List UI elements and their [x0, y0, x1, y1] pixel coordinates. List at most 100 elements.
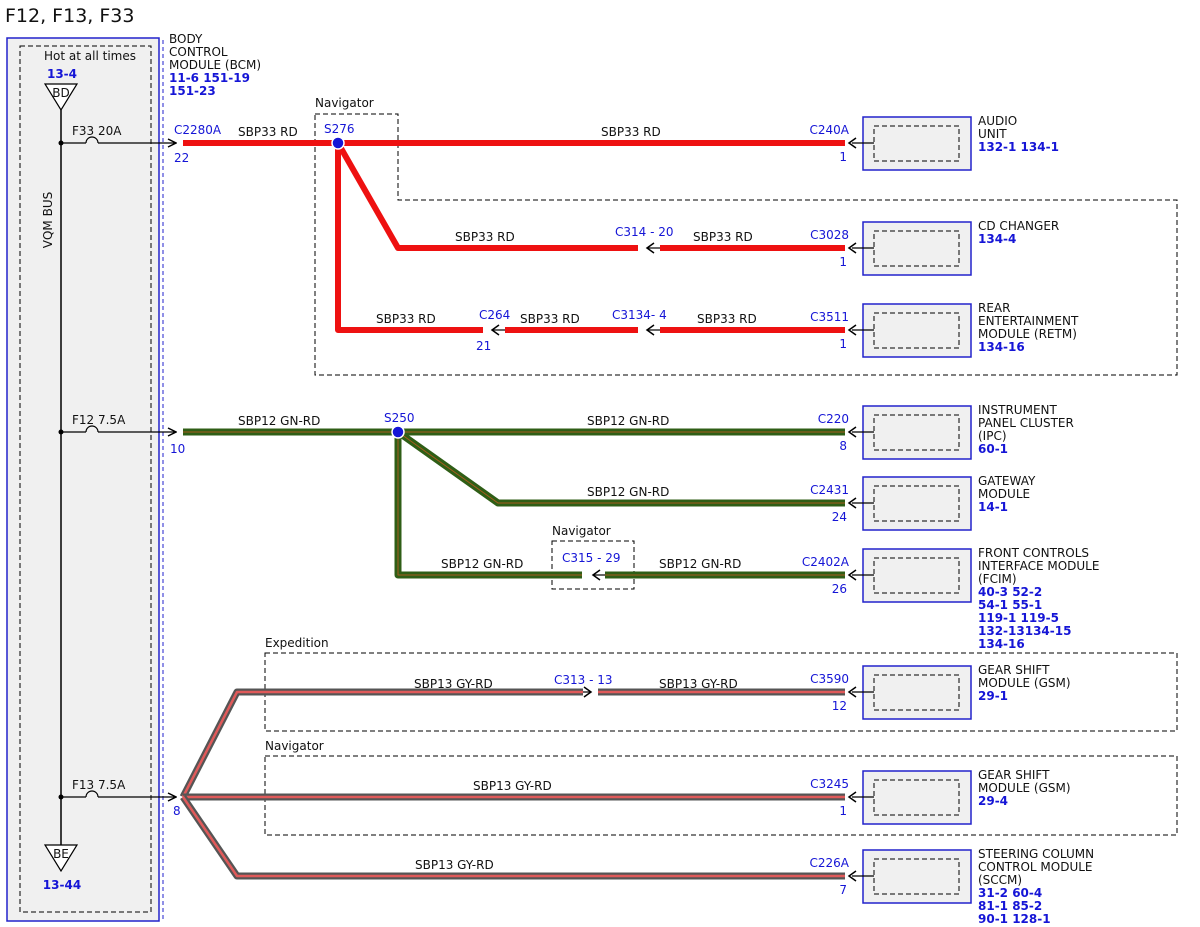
module-connector[interactable]: C240A	[810, 123, 850, 137]
navigator-region-label: Navigator	[552, 524, 611, 538]
fusebox-bottom-ref[interactable]: 13-44	[43, 878, 81, 892]
module-box	[862, 548, 972, 603]
bcm-label-line: MODULE (BCM)	[169, 58, 261, 72]
module-name-line: ENTERTAINMENT	[978, 314, 1079, 328]
bcm-label: BODY CONTROL MODULE (BCM) 11-6 151-19 15…	[169, 32, 261, 98]
module-connector[interactable]: C220	[818, 412, 849, 426]
navigator-region	[551, 540, 635, 590]
navigator-region-label: Navigator	[265, 739, 324, 753]
module-name-line: PANEL CLUSTER	[978, 416, 1074, 430]
module-name-line: CD CHANGER	[978, 219, 1059, 233]
circuit-sbp12	[183, 428, 845, 579]
splice-s250[interactable]	[391, 425, 405, 439]
module-pin: 1	[839, 150, 847, 164]
wire-label: SBP33 RD	[520, 312, 580, 326]
module-name-line: AUDIO	[978, 114, 1017, 128]
module[interactable]: C3511 1 REARENTERTAINMENTMODULE (RETM)134-…	[810, 301, 1079, 358]
module-ref[interactable]: 134-16	[978, 340, 1025, 354]
module-connector[interactable]: C3028	[810, 228, 849, 242]
module-name-line: UNIT	[978, 127, 1007, 141]
wire-label: SBP12 GN-RD	[587, 485, 669, 499]
module-ref[interactable]: 132-1 134-1	[978, 140, 1059, 154]
wire-label: SBP33 RD	[601, 125, 661, 139]
module-name-line: (IPC)	[978, 429, 1007, 443]
wire-label: SBP13 GY-RD	[415, 858, 494, 872]
wire-label: SBP12 GN-RD	[659, 557, 741, 571]
module[interactable]: C226A 7 STEERING COLUMNCONTROL MODULE(SCCM…	[810, 847, 1095, 926]
bcm-ref[interactable]: 151-23	[169, 84, 216, 98]
module[interactable]: C2402A 26 FRONT CONTROLSINTERFACE MODULE(F…	[802, 546, 1100, 651]
module-name-line: GEAR SHIFT	[978, 663, 1050, 677]
module-ref[interactable]: 54-1 55-1	[978, 598, 1042, 612]
module-name-line: MODULE (RETM)	[978, 327, 1077, 341]
module-ref[interactable]: 14-1	[978, 500, 1008, 514]
module[interactable]: C3028 1 CD CHANGER134-4	[810, 219, 1059, 276]
modules-layer: C240A 1 AUDIOUNIT132-1 134-1 C3028 1 CD CHANG…	[802, 114, 1100, 926]
module[interactable]: C3245 1 GEAR SHIFTMODULE (GSM)29-4	[810, 768, 1071, 825]
fuse-label: F13 7.5A	[72, 778, 126, 792]
module-ref[interactable]: 132-13134-15	[978, 624, 1071, 638]
module-ref[interactable]: 119-1 119-5	[978, 611, 1059, 625]
module-ref[interactable]: 40-3 52-2	[978, 585, 1042, 599]
wire-label: SBP12 GN-RD	[238, 414, 320, 428]
svg-text:C3134- 4: C3134- 4	[612, 308, 667, 322]
fusebox-top-ref[interactable]: 13-4	[47, 67, 77, 81]
module-connector[interactable]: C226A	[810, 856, 850, 870]
navigator-region-label: Navigator	[315, 96, 374, 110]
module-ref[interactable]: 60-1	[978, 442, 1008, 456]
module-ref[interactable]: 90-1 128-1	[978, 912, 1051, 926]
module-name-line: FRONT CONTROLS	[978, 546, 1089, 560]
module-ref[interactable]: 29-1	[978, 689, 1008, 703]
module-pin: 1	[839, 804, 847, 818]
splice-s276[interactable]	[331, 136, 345, 150]
wire-label: SBP13 GY-RD	[473, 779, 552, 793]
module-pin: 24	[832, 510, 847, 524]
module-name-line: INSTRUMENT	[978, 403, 1057, 417]
bcm-label-line: BODY	[169, 32, 203, 46]
svg-text:C314 - 20: C314 - 20	[615, 225, 674, 239]
module-name-line: GEAR SHIFT	[978, 768, 1050, 782]
module-connector[interactable]: C3590	[810, 672, 849, 686]
module-box	[862, 476, 972, 531]
module-box	[862, 303, 972, 358]
bcm-connector-c2280a[interactable]: C2280A	[174, 123, 222, 137]
bcm-pin-10: 10	[170, 442, 185, 456]
module-box	[862, 221, 972, 276]
svg-text:C315 - 29: C315 - 29	[562, 551, 621, 565]
svg-text:21: 21	[476, 339, 491, 353]
be-tag: BE	[53, 847, 69, 861]
module-box	[862, 405, 972, 460]
module-ref[interactable]: 81-1 85-2	[978, 899, 1042, 913]
svg-text:C313 - 13: C313 - 13	[554, 673, 613, 687]
module-name-line: INTERFACE MODULE	[978, 559, 1099, 573]
module-ref[interactable]: 31-2 60-4	[978, 886, 1042, 900]
module-pin: 8	[839, 439, 847, 453]
module-pin: 1	[839, 337, 847, 351]
wire-label: SBP33 RD	[693, 230, 753, 244]
module-pin: 7	[839, 883, 847, 897]
module-ref[interactable]: 134-16	[978, 637, 1025, 651]
module-name-line: (FCIM)	[978, 572, 1017, 586]
module[interactable]: C220 8 INSTRUMENTPANEL CLUSTER(IPC)60-1	[818, 403, 1074, 460]
wire-label: SBP33 RD	[455, 230, 515, 244]
module-name-line: MODULE (GSM)	[978, 676, 1071, 690]
module-name-line: MODULE (GSM)	[978, 781, 1071, 795]
module[interactable]: C3590 12 GEAR SHIFTMODULE (GSM)29-1	[810, 663, 1071, 720]
module-connector[interactable]: C2402A	[802, 555, 850, 569]
wire-label: SBP33 RD	[376, 312, 436, 326]
module-name-line: CONTROL MODULE	[978, 860, 1093, 874]
hot-at-all-times-label: Hot at all times	[44, 49, 136, 63]
module-pin: 1	[839, 255, 847, 269]
wire-label: SBP13 GY-RD	[414, 677, 493, 691]
module-ref[interactable]: 29-4	[978, 794, 1008, 808]
bcm-label-line: CONTROL	[169, 45, 228, 59]
module[interactable]: C240A 1 AUDIOUNIT132-1 134-1	[810, 114, 1059, 171]
module-connector[interactable]: C3511	[810, 310, 849, 324]
module-name-line: REAR	[978, 301, 1010, 315]
module-connector[interactable]: C2431	[810, 483, 849, 497]
module-ref[interactable]: 134-4	[978, 232, 1016, 246]
wire-label: SBP33 RD	[238, 125, 298, 139]
module-box	[862, 770, 972, 825]
bcm-ref[interactable]: 11-6 151-19	[169, 71, 250, 85]
module-connector[interactable]: C3245	[810, 777, 849, 791]
